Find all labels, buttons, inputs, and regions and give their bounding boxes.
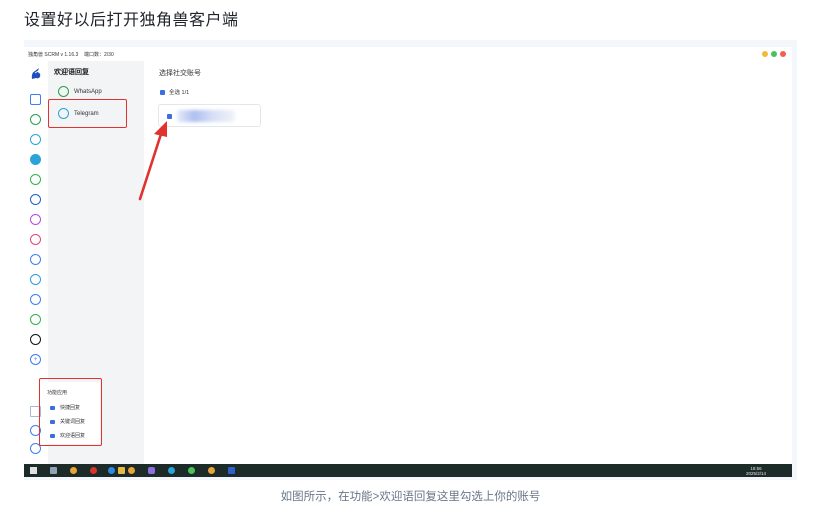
platform-label: WhatsApp [74, 88, 102, 95]
tray-date: 2025/2/14 [746, 471, 767, 476]
whatsapp-icon [58, 86, 69, 97]
port-count: 端口数：2/30 [84, 52, 114, 58]
windows-taskbar: 18:56 2025/2/14 [24, 464, 792, 477]
unicorn-taskbar-icon[interactable] [228, 467, 235, 474]
checkbox-icon [160, 90, 165, 96]
windows-start-icon[interactable] [30, 467, 37, 474]
edge-icon[interactable] [108, 467, 115, 474]
wechat-icon[interactable] [188, 467, 195, 474]
app-titlebar: 独角兽 SCRM v 1.16.3 端口数：2/30 [24, 47, 792, 61]
unicorn-logo-icon [31, 68, 41, 79]
page-title: 设置好以后打开独角兽客户端 [24, 12, 239, 29]
function-highlight-box [39, 378, 102, 446]
chat-icon[interactable] [30, 294, 41, 305]
maximize-button[interactable] [771, 51, 777, 57]
chrome-icon[interactable] [128, 467, 135, 474]
app-name: 独角兽 SCRM v 1.16.3 [28, 52, 79, 58]
pointer-arrow [138, 121, 167, 201]
wps-icon[interactable] [90, 467, 97, 474]
app-screenshot: 独角兽 SCRM v 1.16.3 端口数：2/30 + 欢迎语回复 Whats… [24, 47, 792, 477]
tiktok-icon[interactable] [30, 334, 41, 345]
chrome-icon[interactable] [208, 467, 215, 474]
minimize-button[interactable] [762, 51, 768, 57]
zalo-icon[interactable] [30, 254, 41, 265]
caption: 如图所示，在功能>欢迎语回复这里勾选上你的账号 [280, 491, 541, 503]
telegram-highlight-box [48, 99, 127, 128]
select-all-checkbox[interactable]: 全选 1/1 [160, 88, 189, 96]
main-content: 选择社交账号 全选 1/1 [144, 61, 792, 464]
telegram-icon[interactable] [30, 134, 41, 145]
close-button[interactable] [780, 51, 786, 57]
platform-item-whatsapp[interactable]: WhatsApp [58, 86, 102, 97]
twitter-icon[interactable] [30, 274, 41, 285]
telegram-plus-icon[interactable] [30, 154, 41, 165]
green-chat-icon[interactable] [30, 314, 41, 325]
add-icon[interactable]: + [30, 354, 41, 365]
messenger-icon[interactable] [30, 214, 41, 225]
home-icon[interactable] [30, 94, 41, 105]
tray-clock[interactable]: 18:56 2025/2/14 [746, 466, 766, 476]
telegram-taskbar-icon[interactable] [168, 467, 175, 474]
line-icon[interactable] [30, 174, 41, 185]
select-all-label: 全选 1/1 [169, 90, 190, 96]
instagram-icon[interactable] [30, 234, 41, 245]
facebook-icon[interactable] [30, 194, 41, 205]
whatsapp-icon[interactable] [30, 114, 41, 125]
select-account-title: 选择社交账号 [159, 70, 201, 77]
folder-icon[interactable] [118, 467, 125, 474]
file-icon[interactable] [50, 467, 57, 474]
panel-title: 欢迎语回复 [54, 69, 89, 76]
blurred-account-name [177, 110, 235, 122]
app-icon[interactable] [148, 467, 155, 474]
chrome-icon[interactable] [70, 467, 77, 474]
